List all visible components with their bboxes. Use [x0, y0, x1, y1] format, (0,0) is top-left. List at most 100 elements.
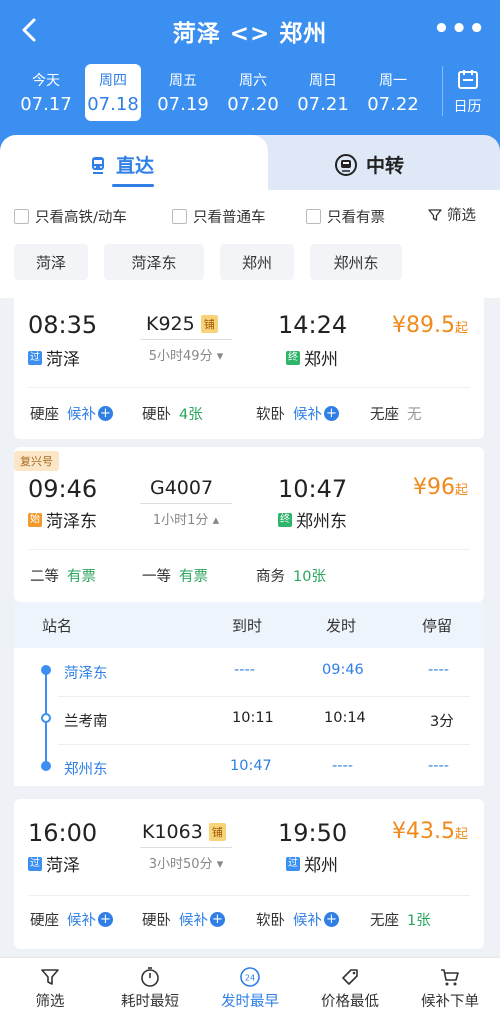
seat-info[interactable]: 商务 10张 [256, 565, 326, 586]
seat-info[interactable]: 硬座 候补 + [30, 909, 113, 930]
seat-type: 商务 [256, 569, 285, 585]
departure-station: 过 菏泽 [28, 851, 80, 876]
seat-info[interactable]: 软卧 候补 + [256, 909, 339, 930]
filter-high-speed-checkbox[interactable]: 只看高铁/动车 [14, 206, 127, 227]
nav-earliest[interactable]: 24 发时最早 [200, 958, 300, 1012]
nav-shortest-time[interactable]: 耗时最短 [100, 958, 200, 1012]
more-menu-button[interactable]: ••• [433, 14, 486, 44]
train-number-text: K925 [146, 313, 195, 335]
fuxing-badge: 复兴号 [14, 451, 59, 471]
seat-info[interactable]: 二等 有票 [30, 565, 96, 586]
filter-normal-checkbox[interactable]: 只看普通车 [172, 206, 266, 227]
date-value: 07.22 [367, 94, 419, 115]
stop-stay: ---- [428, 662, 449, 678]
transfer-icon [335, 153, 357, 176]
seat-info[interactable]: 硬座 候补 + [30, 403, 113, 424]
date-weekday: 今天 [32, 73, 60, 89]
screen-label: 筛选 [447, 208, 476, 224]
origin-tag: 始 [28, 512, 42, 527]
seat-info[interactable]: 无座 1张 [370, 909, 431, 930]
seat-status: 无 [407, 407, 422, 423]
tab-direct[interactable]: 直达 [88, 151, 154, 178]
tab-transfer[interactable]: 中转 [334, 151, 404, 178]
filter-icon [41, 969, 59, 985]
station-chip[interactable]: 菏泽 [14, 244, 88, 280]
stop-depart: ---- [332, 758, 353, 774]
plus-icon: + [210, 912, 225, 927]
departure-station: 始 菏泽东 [28, 507, 97, 532]
nav-label: 价格最低 [321, 994, 379, 1010]
price: ¥89.5起 [392, 313, 468, 338]
date-weekday: 周日 [309, 73, 337, 89]
seat-info[interactable]: 无座 无 [370, 403, 422, 424]
tab-transfer-label: 中转 [366, 155, 405, 177]
seat-type: 无座 [370, 407, 399, 423]
stop-stay: ---- [428, 758, 449, 774]
arrival-station: 终 郑州东 [278, 507, 347, 532]
stop-station: 兰考南 [64, 714, 108, 730]
departure-time: 09:46 [28, 475, 98, 503]
arrival-time: 19:50 [278, 819, 348, 847]
seat-status: 候补 [293, 913, 322, 929]
seat-status: 1张 [407, 913, 431, 929]
stop-stay: 3分 [430, 714, 454, 730]
seat-info[interactable]: 软卧 候补 + [256, 403, 339, 424]
seat-info[interactable]: 一等 有票 [142, 565, 208, 586]
date-tab[interactable]: 周六 07.20 [218, 64, 288, 121]
station-chip[interactable]: 郑州东 [310, 244, 402, 280]
stop-arrive: 10:11 [232, 710, 274, 726]
seat-info[interactable]: 硬卧 候补 + [142, 909, 225, 930]
calendar-button[interactable]: 日历 [442, 66, 492, 116]
route-title: 菏泽 <> 郑州 [172, 21, 328, 47]
date-tab[interactable]: 今天 07.17 [14, 64, 78, 121]
date-tab[interactable]: 周五 07.19 [148, 64, 218, 121]
seat-type: 软卧 [256, 407, 285, 423]
price-tag-icon [342, 969, 358, 985]
plus-icon: + [324, 406, 339, 421]
price: ¥43.5起 [392, 819, 468, 844]
date-weekday: 周六 [239, 73, 267, 89]
date-value: 07.19 [157, 94, 209, 115]
seat-type: 硬座 [30, 407, 59, 423]
nav-lowest-price[interactable]: 价格最低 [300, 958, 400, 1012]
filter-available-checkbox[interactable]: 只看有票 [306, 206, 385, 227]
header-depart: 发时 [326, 617, 357, 635]
departure-station: 过 菏泽 [28, 345, 80, 370]
duration[interactable]: 5小时49分 ▾ [140, 339, 232, 364]
tab-direct-label: 直达 [116, 155, 155, 177]
station-chip[interactable]: 菏泽东 [104, 244, 204, 280]
stop-row: 兰考南 10:11 10:14 3分 [14, 698, 484, 744]
date-tab-selected[interactable]: 周四 07.18 [85, 64, 141, 121]
divider [28, 549, 470, 550]
date-tab[interactable]: 周日 07.21 [288, 64, 358, 121]
train-card[interactable]: 09:46 始 菏泽东 G4007 1小时1分 ▴ 10:47 终 郑州东 ¥9… [14, 447, 484, 602]
nav-waitlist-order[interactable]: 候补下单 [400, 958, 500, 1012]
seat-status: 候补 [293, 407, 322, 423]
nav-filter[interactable]: 筛选 [0, 958, 100, 1012]
cart-icon [441, 969, 459, 986]
date-tab[interactable]: 周一 07.22 [358, 64, 428, 121]
plus-icon: + [324, 912, 339, 927]
duration-text: 5小时49分 [148, 349, 213, 364]
arrival-station-name: 郑州 [304, 856, 338, 876]
departure-station-name: 菏泽 [46, 350, 80, 370]
seat-type: 硬卧 [142, 913, 171, 929]
train-number-text: K1063 [142, 821, 203, 843]
screen-button[interactable]: 筛选 [427, 204, 476, 225]
price-value: ¥89.5 [392, 313, 455, 338]
caret-down-icon: ▾ [216, 857, 224, 872]
header-arrive: 到时 [232, 617, 263, 635]
seat-type: 硬卧 [142, 407, 171, 423]
header-stay: 停留 [422, 617, 453, 635]
date-value: 07.18 [87, 94, 139, 115]
divider [58, 696, 470, 697]
duration[interactable]: 3小时50分 ▾ [140, 847, 232, 872]
sleeper-badge: 铺 [208, 823, 226, 841]
train-card[interactable]: 16:00 过 菏泽 K1063 铺 3小时50分 ▾ 19:50 过 郑州 ¥… [14, 799, 484, 949]
sleeper-badge: 铺 [200, 315, 218, 333]
departure-station-name: 菏泽 [46, 856, 80, 876]
duration[interactable]: 1小时1分 ▴ [140, 503, 232, 528]
train-card[interactable]: 08:35 过 菏泽 K925 铺 5小时49分 ▾ 14:24 终 郑州 ¥8… [14, 293, 484, 439]
station-chip[interactable]: 郑州 [220, 244, 294, 280]
seat-info[interactable]: 硬卧 4张 [142, 403, 203, 424]
